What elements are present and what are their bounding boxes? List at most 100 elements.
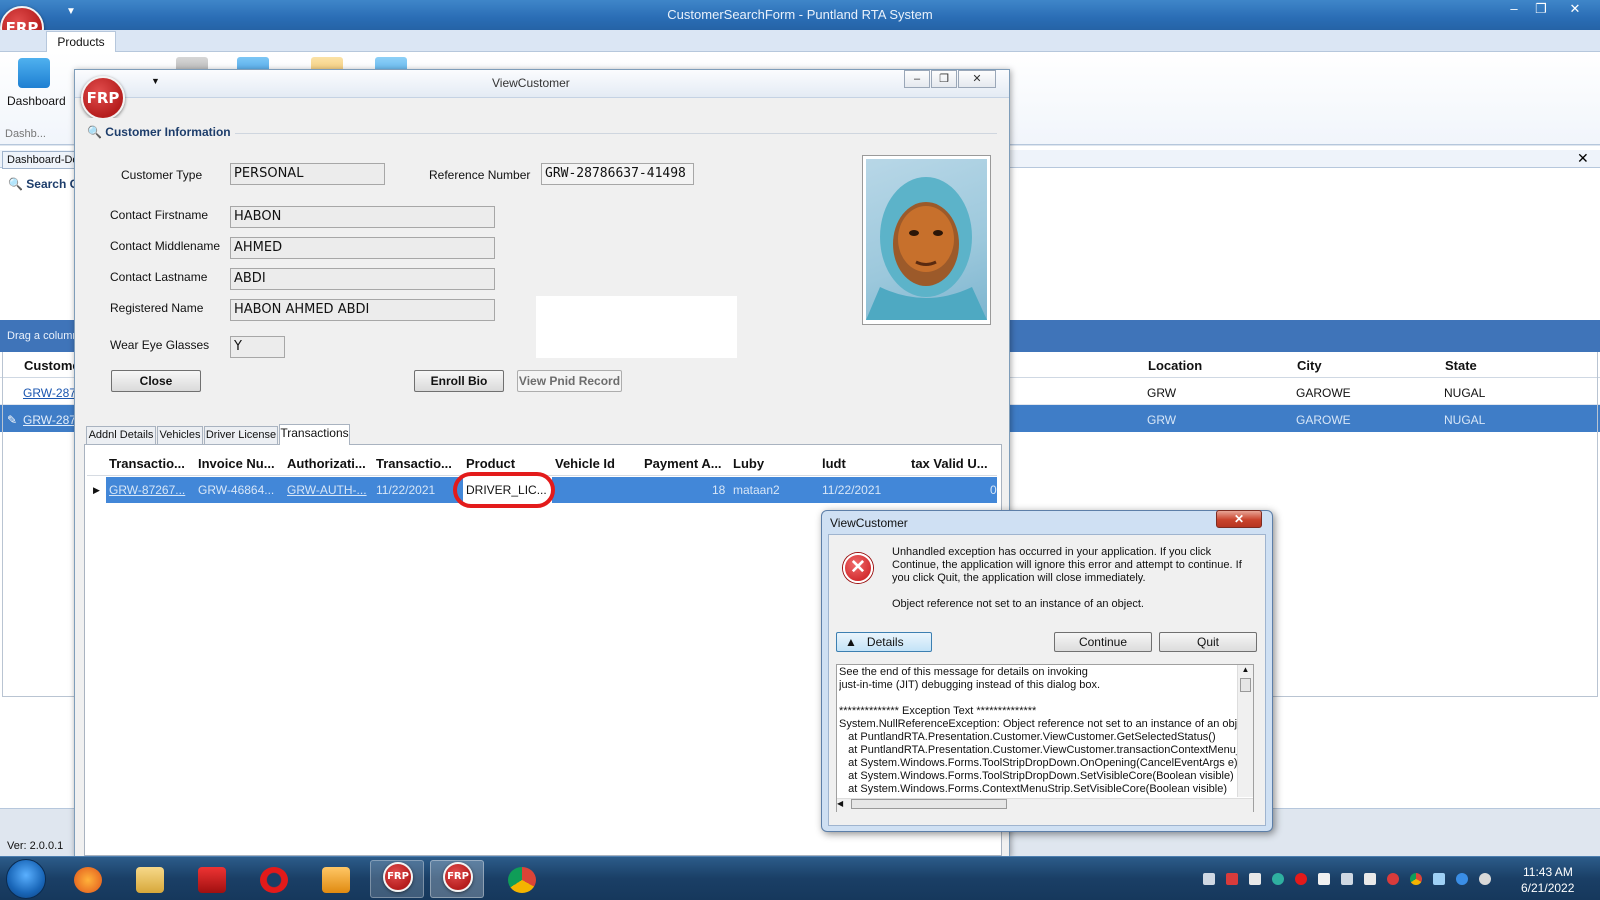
tab-vehicles[interactable]: Vehicles	[157, 426, 203, 445]
section-title: Customer Information	[105, 125, 231, 139]
column-header-transaction[interactable]: Transactio...	[109, 456, 185, 471]
sync-tray-icon[interactable]	[1456, 873, 1468, 885]
tab-addnl-details[interactable]: Addnl Details	[86, 426, 156, 445]
error-message: Unhandled exception has occurred in your…	[892, 546, 1242, 584]
lock-tray-icon[interactable]	[1249, 873, 1261, 885]
tab-driver-license[interactable]: Driver License	[204, 426, 278, 445]
customer-type-label: Customer Type	[121, 168, 203, 182]
tab-products[interactable]: Products	[46, 31, 116, 53]
printer-tray-icon[interactable]	[1203, 873, 1215, 885]
registered-name-field[interactable]: HABON AHMED ABDI	[230, 299, 495, 321]
close-window-button[interactable]: ✕	[1554, 1, 1596, 19]
details-label: Details	[866, 635, 904, 649]
search-section-title: 🔍 Search C	[8, 177, 79, 191]
column-header-transaction-date[interactable]: Transactio...	[376, 456, 452, 471]
tab-transactions[interactable]: Transactions	[279, 424, 350, 445]
tray-app-icon[interactable]	[1226, 873, 1238, 885]
reference-number-label: Reference Number	[429, 168, 531, 182]
dashboard-button-label[interactable]: Dashboard	[7, 94, 66, 108]
chat-tray-icon[interactable]	[1479, 873, 1491, 885]
vc-maximize-button[interactable]: ❐	[931, 70, 957, 88]
invoice-cell: GRW-46864...	[198, 483, 275, 497]
main-window-title: CustomerSearchForm - Puntland RTA System	[667, 7, 933, 22]
minimize-button[interactable]: –	[1500, 1, 1528, 19]
enroll-bio-button[interactable]: Enroll Bio	[414, 370, 504, 392]
clock-time[interactable]: 11:43 AM	[1523, 865, 1573, 879]
error-close-button[interactable]: ✕	[1216, 510, 1262, 528]
view-pnid-record-button[interactable]: View Pnid Record	[517, 370, 622, 392]
tab-dashboard-details[interactable]: Dashboard-De	[2, 151, 78, 169]
volume-muted-icon[interactable]	[1341, 873, 1353, 885]
customer-photo	[866, 159, 987, 320]
vertical-scrollbar[interactable]: ▲	[1237, 665, 1253, 797]
vc-close-button[interactable]: ✕	[958, 70, 996, 88]
media-player-icon[interactable]	[322, 867, 350, 893]
acrobat-icon[interactable]	[198, 867, 226, 893]
column-header-authorization[interactable]: Authorizati...	[287, 456, 366, 471]
customer-type-field[interactable]: PERSONAL	[230, 163, 385, 185]
action-center-icon[interactable]	[1364, 873, 1376, 885]
version-label: Ver: 2.0.0.1	[7, 840, 64, 852]
start-button[interactable]	[6, 859, 46, 899]
quit-button[interactable]: Quit	[1159, 632, 1257, 652]
column-header-payment[interactable]: Payment A...	[644, 456, 722, 471]
column-header-product[interactable]: Product	[466, 456, 515, 471]
authorization-link[interactable]: GRW-AUTH-...	[287, 483, 367, 497]
close-button[interactable]: Close	[111, 370, 201, 392]
eye-glasses-label: Wear Eye Glasses	[110, 338, 210, 352]
alert-tray-icon[interactable]	[1387, 873, 1399, 885]
section-divider	[235, 133, 997, 134]
details-button[interactable]: ▲ Details	[836, 632, 932, 652]
firstname-field[interactable]: HABON	[230, 206, 495, 228]
vc-minimize-button[interactable]: –	[904, 70, 930, 88]
continue-button[interactable]: Continue	[1054, 632, 1152, 652]
registered-name-label: Registered Name	[110, 301, 204, 315]
taskbar	[0, 856, 1600, 900]
signature-area	[536, 296, 737, 358]
firstname-label: Contact Firstname	[110, 208, 209, 222]
horizontal-scrollbar[interactable]: ◀	[837, 798, 1253, 812]
column-header-invoice[interactable]: Invoice Nu...	[198, 456, 275, 471]
column-header-tax-valid[interactable]: tax Valid U...	[911, 456, 988, 471]
frp-app-icon: FRP	[443, 862, 473, 892]
column-header-ludt[interactable]: ludt	[822, 456, 846, 471]
payment-cell: 18	[712, 483, 726, 497]
group-by-hint: Drag a column	[7, 330, 79, 342]
warning-tray-icon[interactable]	[1318, 873, 1330, 885]
clock-date[interactable]: 6/21/2022	[1521, 881, 1574, 895]
column-header-luby[interactable]: Luby	[733, 456, 764, 471]
file-explorer-icon[interactable]	[136, 867, 164, 893]
exception-details-text: See the end of this message for details …	[839, 666, 1237, 795]
opera-icon[interactable]	[260, 867, 288, 893]
opera-tray-icon[interactable]	[1295, 873, 1307, 885]
dashboard-icon[interactable]	[18, 58, 50, 88]
search-label: Search C	[26, 177, 79, 191]
highlight-ring	[453, 472, 555, 508]
lastname-label: Contact Lastname	[110, 270, 208, 284]
window-menu-dropdown-icon[interactable]: ▼	[151, 76, 160, 86]
ribbon-group-label: Dashb...	[5, 128, 46, 140]
maximize-button[interactable]: ❐	[1527, 1, 1555, 19]
column-header-vehicle-id[interactable]: Vehicle Id	[555, 456, 615, 471]
firefox-icon[interactable]	[74, 867, 102, 893]
chrome-icon[interactable]	[508, 867, 536, 893]
error-icon: ✕	[843, 553, 873, 583]
lastname-field[interactable]: ABDI	[230, 268, 495, 290]
view-customer-title: ViewCustomer	[492, 76, 570, 90]
quick-access-dropdown-icon[interactable]: ▼	[66, 6, 76, 17]
eye-glasses-field[interactable]: Y	[230, 336, 285, 358]
row-indicator-icon: ▶	[87, 477, 106, 503]
middlename-field[interactable]: AHMED	[230, 237, 495, 259]
frp-app-icon: FRP	[383, 862, 413, 892]
reference-number-field[interactable]: GRW-28786637-41498	[541, 163, 694, 185]
transaction-date-cell: 11/22/2021	[376, 483, 436, 497]
scroll-thumb[interactable]	[1240, 678, 1251, 692]
chrome-tray-icon[interactable]	[1410, 873, 1422, 885]
middlename-label: Contact Middlename	[110, 239, 221, 253]
transaction-link[interactable]: GRW-87267...	[109, 483, 185, 497]
error-dialog-title: ViewCustomer	[830, 516, 908, 530]
hscroll-thumb[interactable]	[851, 799, 1008, 809]
network-tray-icon[interactable]	[1433, 873, 1445, 885]
eye-tray-icon[interactable]	[1272, 873, 1284, 885]
close-tab-icon[interactable]: ✕	[1577, 150, 1589, 167]
